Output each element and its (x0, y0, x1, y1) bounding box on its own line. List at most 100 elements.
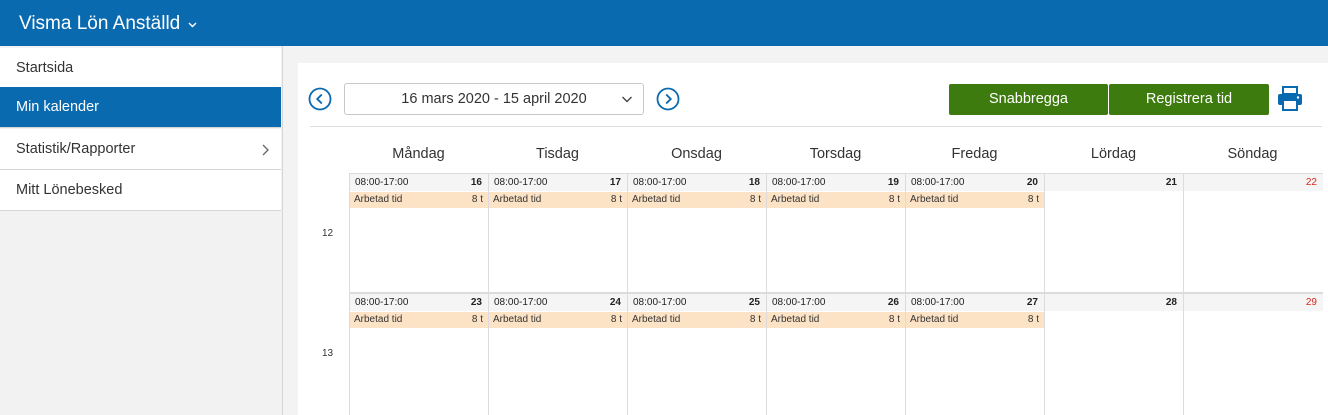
entry-label: Arbetad tid (493, 194, 542, 205)
chevron-down-icon (622, 96, 632, 103)
time-entry[interactable]: Arbetad tid 8 t (489, 192, 627, 208)
work-hours: 08:00-17:00 (633, 177, 687, 188)
date-range-value: 16 mars 2020 - 15 april 2020 (401, 91, 587, 107)
chevron-down-icon (188, 22, 197, 27)
entry-label: Arbetad tid (632, 194, 681, 205)
day-number: 16 (470, 177, 482, 188)
sidebar-item-statistik-rapporter[interactable]: Statistik/Rapporter (0, 129, 281, 170)
entry-hours: 8 t (471, 314, 483, 325)
print-icon[interactable] (1276, 85, 1304, 112)
date-range-select[interactable]: 16 mars 2020 - 15 april 2020 (344, 83, 644, 115)
time-entry[interactable]: Arbetad tid 8 t (906, 192, 1044, 208)
calendar-day-cell[interactable]: 08:00-17:00 26 Arbetad tid 8 t (767, 294, 905, 415)
day-number: 19 (887, 177, 899, 188)
day-number: 21 (1165, 177, 1177, 188)
sidebar: Startsida Min kalender Statistik/Rapport… (0, 46, 283, 415)
day-header-wednesday: Onsdag (671, 146, 722, 162)
calendar-day-cell[interactable]: 08:00-17:00 20 Arbetad tid 8 t (906, 174, 1044, 292)
day-cell-header: 08:00-17:00 27 (906, 294, 1044, 311)
work-hours: 08:00-17:00 (355, 177, 409, 188)
time-entry[interactable]: Arbetad tid 8 t (350, 192, 488, 208)
sidebar-item-min-kalender[interactable]: Min kalender (0, 87, 281, 128)
day-cell-header: 08:00-17:00 25 (628, 294, 766, 311)
calendar-day-cell[interactable]: 08:00-17:00 25 Arbetad tid 8 t (628, 294, 766, 415)
entry-label: Arbetad tid (910, 314, 959, 325)
entry-hours: 8 t (610, 194, 622, 205)
entry-label: Arbetad tid (771, 194, 820, 205)
calendar-day-cell[interactable]: 22 (1184, 174, 1323, 292)
day-cell-header: 08:00-17:00 24 (489, 294, 627, 311)
work-hours: 08:00-17:00 (494, 177, 548, 188)
day-header-monday: Måndag (392, 146, 445, 162)
entry-hours: 8 t (1027, 194, 1039, 205)
app-switcher[interactable]: Visma Lön Anställd (19, 13, 198, 35)
day-number: 20 (1026, 177, 1038, 188)
day-cell-header: 08:00-17:00 26 (767, 294, 905, 311)
day-header-friday: Fredag (951, 146, 998, 162)
entry-label: Arbetad tid (632, 314, 681, 325)
entry-hours: 8 t (610, 314, 622, 325)
calendar-day-cell[interactable]: 08:00-17:00 18 Arbetad tid 8 t (628, 174, 766, 292)
day-cell-header: 08:00-17:00 18 (628, 174, 766, 191)
sidebar-item-label: Min kalender (16, 99, 100, 115)
sidebar-item-mitt-lonebesked[interactable]: Mitt Lönebesked (0, 170, 281, 211)
entry-hours: 8 t (888, 194, 900, 205)
time-entry[interactable]: Arbetad tid 8 t (350, 312, 488, 328)
entry-hours: 8 t (749, 314, 761, 325)
day-cell-header: 08:00-17:00 19 (767, 174, 905, 191)
sidebar-item-label: Statistik/Rapporter (16, 141, 136, 157)
registrera-tid-button[interactable]: Registrera tid (1109, 84, 1269, 115)
entry-hours: 8 t (1027, 314, 1039, 325)
work-hours: 08:00-17:00 (772, 177, 826, 188)
toolbar-divider (310, 126, 1322, 127)
time-entry[interactable]: Arbetad tid 8 t (767, 312, 905, 328)
calendar-day-cell[interactable]: 21 (1045, 174, 1183, 292)
app-title: Visma Lön Anställd (19, 13, 181, 34)
day-cell-header: 08:00-17:00 23 (350, 294, 488, 311)
work-hours: 08:00-17:00 (633, 297, 687, 308)
day-number: 25 (748, 297, 760, 308)
day-cell-header: 28 (1045, 294, 1183, 311)
day-number: 22 (1305, 177, 1317, 188)
sidebar-item-label: Startsida (16, 60, 74, 76)
time-entry[interactable]: Arbetad tid 8 t (767, 192, 905, 208)
day-number: 26 (887, 297, 899, 308)
sidebar-item-startsida[interactable]: Startsida (0, 48, 281, 89)
work-hours: 08:00-17:00 (355, 297, 409, 308)
day-cell-header: 08:00-17:00 16 (350, 174, 488, 191)
calendar-day-cell[interactable]: 08:00-17:00 19 Arbetad tid 8 t (767, 174, 905, 292)
time-entry[interactable]: Arbetad tid 8 t (906, 312, 1044, 328)
time-entry[interactable]: Arbetad tid 8 t (489, 312, 627, 328)
day-number: 29 (1305, 297, 1317, 308)
day-number: 28 (1165, 297, 1177, 308)
day-cell-header: 08:00-17:00 17 (489, 174, 627, 191)
calendar-day-cell[interactable]: 08:00-17:00 24 Arbetad tid 8 t (489, 294, 627, 415)
entry-label: Arbetad tid (354, 314, 403, 325)
entry-hours: 8 t (749, 194, 761, 205)
work-hours: 08:00-17:00 (911, 297, 965, 308)
calendar-day-cell[interactable]: 29 (1184, 294, 1323, 415)
day-number: 24 (609, 297, 621, 308)
entry-label: Arbetad tid (354, 194, 403, 205)
work-hours: 08:00-17:00 (494, 297, 548, 308)
next-circle-icon[interactable] (656, 87, 680, 111)
day-number: 23 (470, 297, 482, 308)
time-entry[interactable]: Arbetad tid 8 t (628, 312, 766, 328)
calendar-day-cell[interactable]: 08:00-17:00 16 Arbetad tid 8 t (350, 174, 488, 292)
entry-label: Arbetad tid (771, 314, 820, 325)
snabbregga-button[interactable]: Snabbregga (949, 84, 1108, 115)
calendar-day-cell[interactable]: 28 (1045, 294, 1183, 415)
entry-hours: 8 t (888, 314, 900, 325)
entry-hours: 8 t (471, 194, 483, 205)
time-entry[interactable]: Arbetad tid 8 t (628, 192, 766, 208)
top-bar: Visma Lön Anställd (0, 0, 1328, 46)
week-number: 12 (322, 228, 334, 239)
calendar-day-cell[interactable]: 08:00-17:00 23 Arbetad tid 8 t (350, 294, 488, 415)
sidebar-item-label: Mitt Lönebesked (16, 182, 123, 198)
calendar-day-cell[interactable]: 08:00-17:00 17 Arbetad tid 8 t (489, 174, 627, 292)
day-header-thursday: Torsdag (809, 146, 862, 162)
day-header-sunday: Söndag (1227, 146, 1278, 162)
work-hours: 08:00-17:00 (772, 297, 826, 308)
prev-circle-icon[interactable] (308, 87, 332, 111)
calendar-day-cell[interactable]: 08:00-17:00 27 Arbetad tid 8 t (906, 294, 1044, 415)
